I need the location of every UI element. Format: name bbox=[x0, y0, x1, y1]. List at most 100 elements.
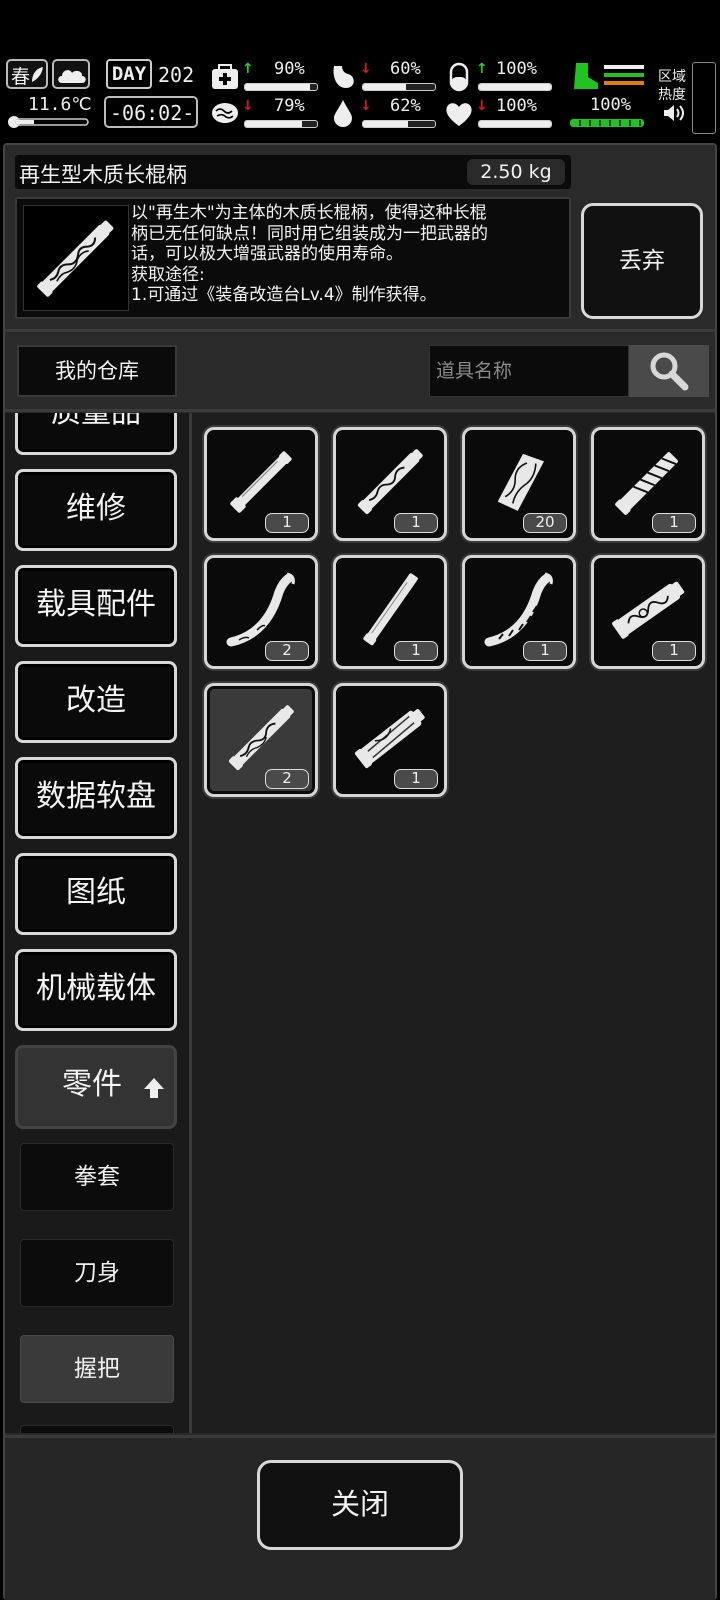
search-icon bbox=[650, 352, 689, 391]
arrow-up-icon bbox=[144, 1078, 164, 1098]
category-quality[interactable]: 质量品 bbox=[15, 413, 177, 455]
stat-sanity: ↓ 79% bbox=[208, 96, 324, 132]
category-mech-carrier[interactable]: 机械载体 bbox=[15, 949, 177, 1031]
medicine-value: 100% bbox=[496, 59, 537, 79]
stat-medicine: ↑ 100% bbox=[442, 59, 558, 95]
health-value: 90% bbox=[274, 59, 305, 79]
item-slot[interactable]: 1 bbox=[591, 555, 705, 669]
item-count: 20 bbox=[523, 513, 567, 533]
inventory-panel: 再生型木质长棍柄 2.50 kg 以"再生木"为主体的木质长棍柄，使得这种长棍 … bbox=[3, 143, 717, 1600]
category-modification[interactable]: 改造 bbox=[15, 661, 177, 743]
stamina-panel: 100% bbox=[566, 59, 648, 133]
hunger-bar bbox=[362, 83, 436, 91]
subcategory-next[interactable] bbox=[20, 1425, 174, 1433]
season-box: 春 bbox=[6, 59, 48, 89]
trend-up-icon: ↑ bbox=[242, 61, 254, 77]
trend-down-icon: ↓ bbox=[242, 98, 254, 114]
day-label: DAY bbox=[106, 59, 152, 89]
region-heat[interactable]: 区域 热度 bbox=[654, 62, 718, 134]
stat-health: ↑ 90% bbox=[208, 59, 324, 95]
heart-icon bbox=[446, 103, 472, 126]
item-count: 1 bbox=[652, 513, 696, 533]
mood-bar bbox=[478, 120, 552, 128]
category-sidebar[interactable]: 质量品 维修 载具配件 改造 数据软盘 图纸 机械载体 零件 拳套 刀身 握把 bbox=[5, 413, 189, 1433]
stripe-green bbox=[604, 73, 644, 77]
day-box: DAY 202 bbox=[106, 59, 196, 91]
thermometer: 11.6℃ bbox=[6, 94, 92, 130]
subcategory-knuckles[interactable]: 拳套 bbox=[20, 1143, 174, 1211]
trend-down-icon: ↓ bbox=[360, 61, 372, 77]
category-vehicle-parts[interactable]: 载具配件 bbox=[15, 565, 177, 647]
clock-readout: -06:02- bbox=[110, 101, 195, 125]
day-number: 202 bbox=[158, 63, 195, 87]
first-aid-icon bbox=[212, 64, 238, 89]
category-parts[interactable]: 零件 bbox=[15, 1045, 177, 1129]
brain-icon bbox=[212, 103, 238, 123]
category-parts-label: 零件 bbox=[62, 1067, 122, 1102]
subcategory-grip[interactable]: 握把 bbox=[20, 1335, 174, 1403]
search-button[interactable] bbox=[629, 345, 709, 397]
item-description: 以"再生木"为主体的木质长棍柄，使得这种长棍 柄已无任何缺点！同时用它组装成为一… bbox=[131, 203, 488, 305]
stats-panel: ↑ 90% ↓ 60% ↑ 100% ↓ 79% ↓ 62% ↓ 100% bbox=[208, 56, 556, 136]
item-count: 1 bbox=[394, 641, 438, 661]
boot-icon bbox=[574, 63, 598, 89]
item-header: 再生型木质长棍柄 2.50 kg bbox=[15, 155, 571, 189]
item-slot[interactable]: 1 bbox=[462, 555, 576, 669]
category-data-disk[interactable]: 数据软盘 bbox=[15, 757, 177, 839]
speaker-icon[interactable] bbox=[662, 104, 684, 122]
water-drop-icon bbox=[334, 100, 352, 127]
item-slot[interactable]: 2 bbox=[204, 555, 318, 669]
clock-box: -06:02- bbox=[104, 96, 198, 128]
close-button[interactable]: 关闭 bbox=[257, 1460, 463, 1550]
item-slot[interactable]: 1 bbox=[591, 427, 705, 541]
trend-down-icon: ↓ bbox=[476, 98, 488, 114]
item-slot[interactable]: 1 bbox=[333, 555, 447, 669]
item-grid: 1 1 20 1 2 1 1 1 2 1 bbox=[189, 413, 715, 1433]
health-bar bbox=[244, 83, 318, 91]
sanity-value: 79% bbox=[274, 96, 305, 116]
season-label: 春 bbox=[11, 66, 31, 88]
stripe-white bbox=[604, 65, 644, 69]
item-count: 1 bbox=[394, 513, 438, 533]
item-count: 2 bbox=[265, 641, 309, 661]
capsule-icon bbox=[449, 62, 469, 92]
status-bar: 春 11.6℃ DAY 202 -06:02- ↑ 90% ↓ 60% ↑ 10… bbox=[0, 56, 720, 136]
item-slot-selected[interactable]: 2 bbox=[204, 683, 318, 797]
divider bbox=[5, 409, 715, 412]
region-heat-label-2: 热度 bbox=[658, 87, 686, 103]
thirst-bar bbox=[362, 120, 436, 128]
stomach-icon bbox=[333, 66, 354, 88]
item-count: 1 bbox=[523, 641, 567, 661]
region-heat-label-1: 区域 bbox=[658, 69, 686, 85]
category-repair[interactable]: 维修 bbox=[15, 469, 177, 551]
item-slot[interactable]: 1 bbox=[333, 427, 447, 541]
stripe-orange bbox=[604, 81, 644, 85]
hunger-value: 60% bbox=[390, 59, 421, 79]
sanity-bar bbox=[244, 120, 318, 128]
stamina-value: 100% bbox=[590, 95, 631, 115]
item-slot[interactable]: 20 bbox=[462, 427, 576, 541]
category-blueprint[interactable]: 图纸 bbox=[15, 853, 177, 935]
item-count: 1 bbox=[394, 769, 438, 789]
stat-hunger: ↓ 60% bbox=[326, 59, 442, 95]
subcategory-blade[interactable]: 刀身 bbox=[20, 1239, 174, 1307]
cloud-icon bbox=[58, 70, 86, 83]
temperature-readout: 11.6℃ bbox=[28, 94, 92, 115]
item-slot[interactable]: 1 bbox=[204, 427, 318, 541]
thermometer-icon bbox=[8, 116, 89, 128]
regenerative-wood-staff-icon bbox=[37, 220, 114, 297]
mood-value: 100% bbox=[496, 96, 537, 116]
item-slot[interactable]: 1 bbox=[333, 683, 447, 797]
stat-thirst: ↓ 62% bbox=[326, 96, 442, 132]
heat-meter bbox=[692, 62, 716, 134]
item-detail: 以"再生木"为主体的木质长棍柄，使得这种长棍 柄已无任何缺点！同时用它组装成为一… bbox=[15, 197, 571, 319]
divider bbox=[5, 329, 715, 332]
item-name: 再生型木质长棍柄 bbox=[19, 163, 187, 187]
stamina-bar bbox=[570, 119, 644, 127]
item-count: 1 bbox=[652, 641, 696, 661]
leaf-icon bbox=[32, 67, 43, 82]
discard-button[interactable]: 丢弃 bbox=[581, 203, 703, 319]
my-warehouse-button[interactable]: 我的仓库 bbox=[17, 345, 177, 397]
stat-mood: ↓ 100% bbox=[442, 96, 558, 132]
item-search-input[interactable] bbox=[429, 345, 629, 397]
